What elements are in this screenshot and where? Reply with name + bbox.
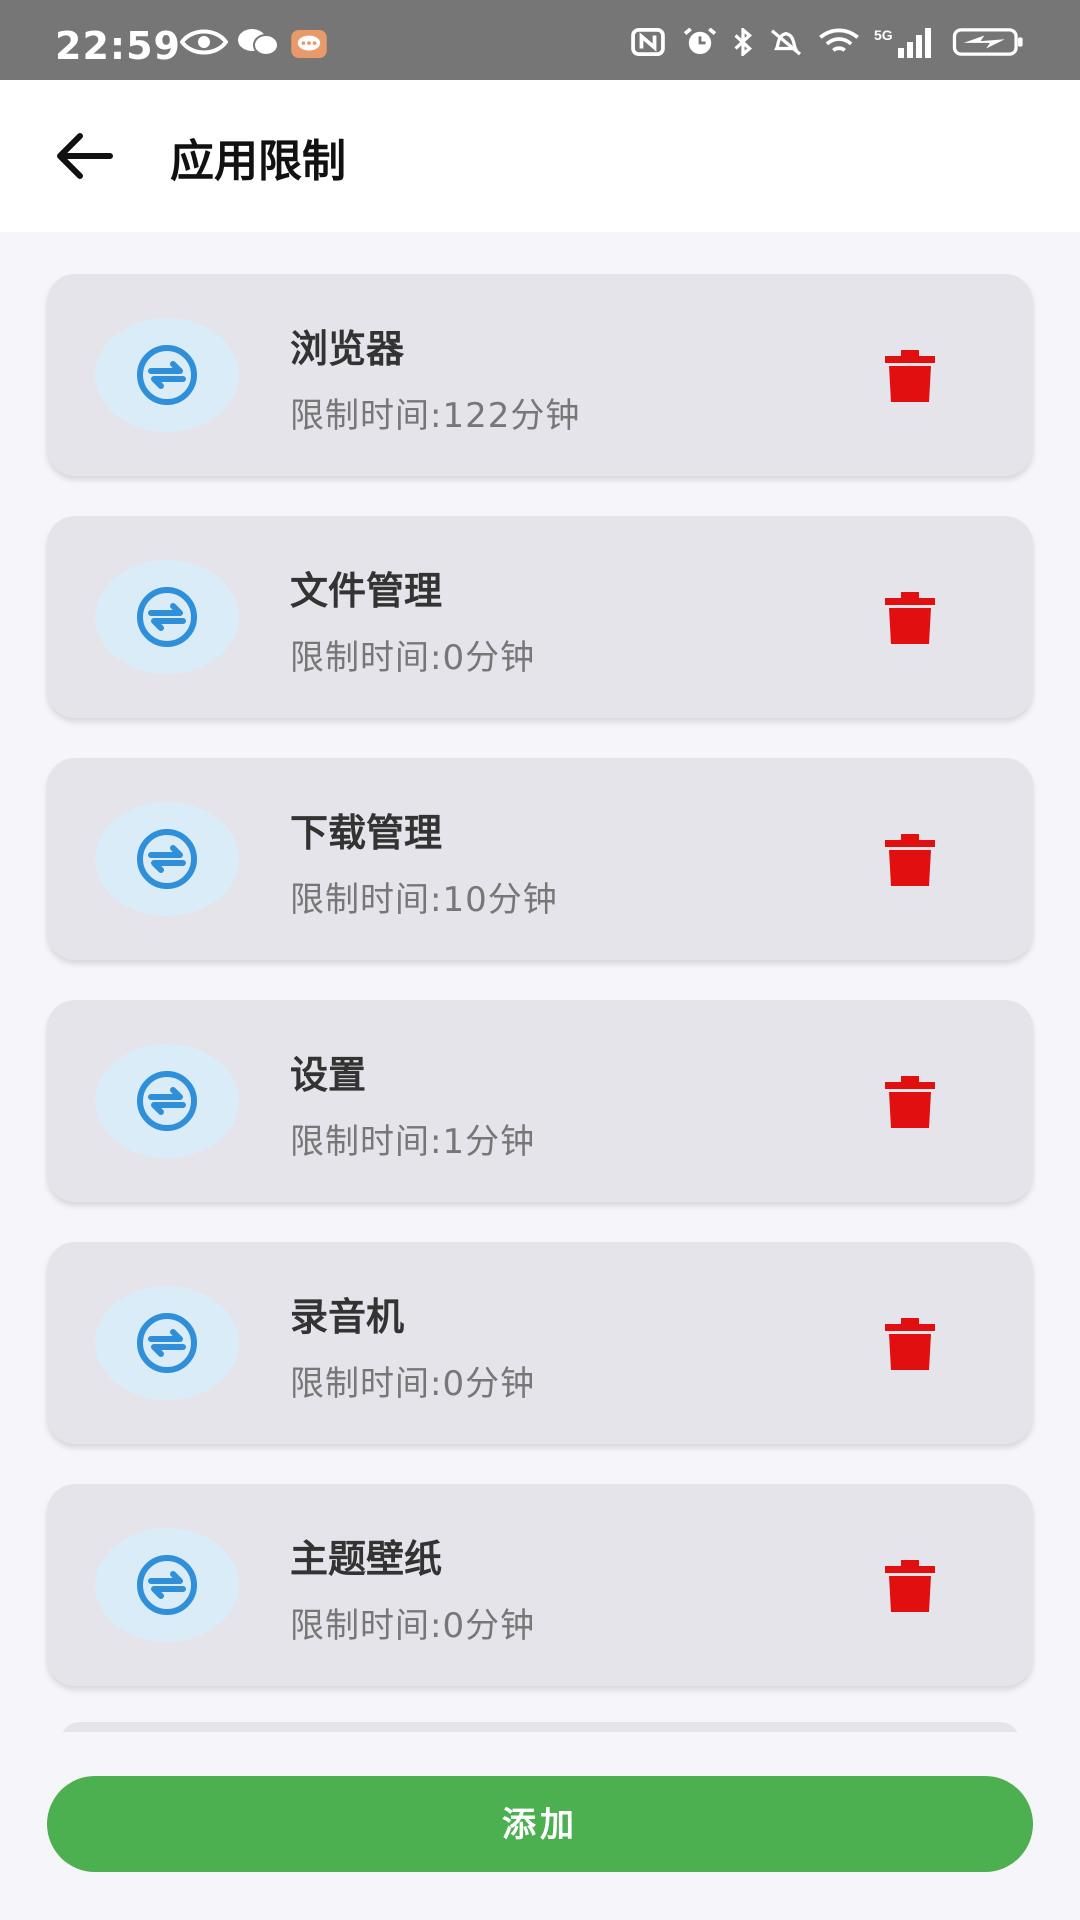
arrow-left-icon[interactable] (50, 126, 120, 186)
status-time: 22:59 (55, 24, 181, 68)
trash-icon[interactable] (883, 1558, 937, 1614)
app-name: 录音机 (290, 1295, 405, 1339)
app-limit-list[interactable]: 浏览器 限制时间:122分钟 文件管理 限制时间:0分钟 下载管理 限制时间:1… (0, 232, 1080, 1732)
limit-time: 限制时间:10分钟 (290, 880, 558, 920)
5g-signal-icon: 5G (874, 27, 931, 58)
trash-icon[interactable] (883, 1316, 937, 1372)
message-icon (291, 30, 327, 58)
limit-time: 限制时间:0分钟 (290, 638, 536, 678)
swap-arrows-icon (137, 829, 197, 889)
app-name: 设置 (290, 1053, 367, 1097)
wechat-icon (238, 29, 279, 56)
app-name: 主题壁纸 (290, 1537, 443, 1581)
swap-arrows-icon (137, 587, 197, 647)
limit-time: 限制时间:1分钟 (290, 1122, 536, 1162)
bluetooth-icon (734, 28, 752, 56)
trash-icon[interactable] (883, 348, 937, 404)
limit-time: 限制时间:0分钟 (290, 1606, 536, 1646)
list-item[interactable]: 主题壁纸 限制时间:0分钟 (47, 1484, 1033, 1686)
wifi-icon (819, 28, 859, 52)
app-icon-container (95, 802, 239, 916)
app-name: 下载管理 (290, 811, 443, 855)
limit-time: 限制时间:0分钟 (290, 1364, 536, 1404)
eye-icon (180, 29, 228, 55)
app-icon-container (95, 1286, 239, 1400)
network-label: 5G (874, 27, 893, 43)
battery-charging-icon (952, 28, 1023, 56)
nfc-icon (631, 28, 665, 56)
add-button[interactable]: 添加 (47, 1776, 1033, 1872)
mute-icon (770, 29, 802, 56)
list-item[interactable]: 设置 限制时间:1分钟 (47, 1000, 1033, 1202)
limit-time: 限制时间:122分钟 (290, 396, 581, 436)
swap-arrows-icon (137, 345, 197, 405)
list-item[interactable]: 浏览器 限制时间:122分钟 (47, 274, 1033, 476)
swap-arrows-icon (137, 1313, 197, 1373)
status-bar: 22:59 5G (0, 0, 1080, 80)
trash-icon[interactable] (883, 590, 937, 646)
app-icon-container (95, 318, 239, 432)
swap-arrows-icon (137, 1071, 197, 1131)
list-item[interactable]: 下载管理 限制时间:10分钟 (47, 758, 1033, 960)
list-item[interactable]: 录音机 限制时间:0分钟 (47, 1242, 1033, 1444)
trash-icon[interactable] (883, 832, 937, 888)
app-icon-container (95, 1044, 239, 1158)
app-name: 文件管理 (290, 569, 443, 613)
swap-arrows-icon (137, 1555, 197, 1615)
app-icon-container (95, 560, 239, 674)
app-icon-container (95, 1528, 239, 1642)
list-item-partial (60, 1722, 1020, 1732)
page-title: 应用限制 (170, 136, 346, 187)
app-bar: 应用限制 (0, 80, 1080, 232)
app-name: 浏览器 (290, 327, 405, 371)
alarm-icon (683, 28, 717, 55)
trash-icon[interactable] (883, 1074, 937, 1130)
list-item[interactable]: 文件管理 限制时间:0分钟 (47, 516, 1033, 718)
